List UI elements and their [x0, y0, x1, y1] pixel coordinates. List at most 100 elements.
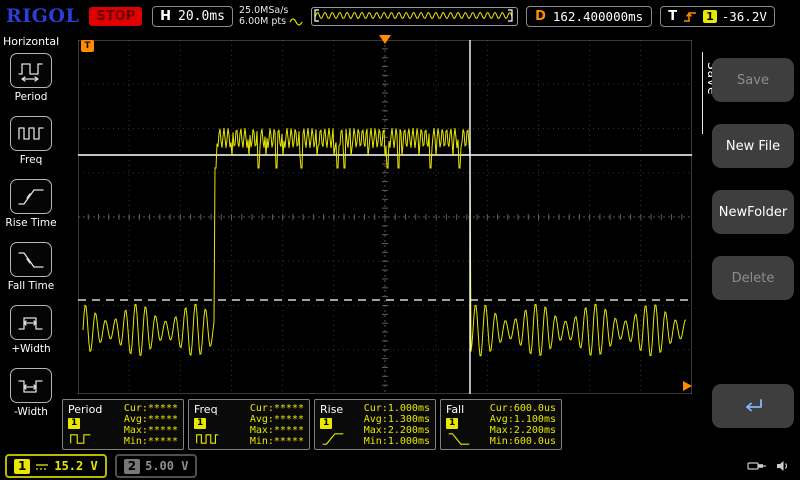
left-menu: Horizontal Period Freq Rise Time Fall Ti… — [0, 32, 62, 452]
rise-meas-icon — [320, 431, 346, 446]
menu-item-label: Period — [15, 91, 48, 103]
measurement-name: Freq — [194, 403, 218, 416]
max-row: Max:***** — [250, 425, 304, 436]
cur-row: Cur:***** — [124, 403, 178, 414]
freq-meas-icon — [194, 431, 220, 446]
waveform-overview-icon — [312, 8, 515, 23]
channel-2-badge: 2 — [124, 459, 140, 474]
menu-tab-line — [702, 52, 703, 134]
memory-waveform-icon — [289, 17, 305, 27]
max-row: Max:2.200ms — [490, 425, 556, 436]
confirm-return-button[interactable] — [712, 384, 794, 428]
delay-label: D — [535, 9, 546, 24]
channel-2-status[interactable]: 2 5.00 V — [115, 454, 198, 478]
avg-row: Avg:1.300ms — [364, 414, 430, 425]
measurement-values: Cur:***** Avg:***** Max:***** Min:***** — [250, 403, 304, 446]
scope-display — [78, 40, 692, 394]
fall-meas-icon — [446, 431, 472, 446]
rigol-logo: RIGOL — [6, 5, 79, 27]
oscilloscope-screen: RIGOL STOP H 20.0ms 25.0MSa/s 6.00M pts … — [0, 0, 800, 480]
return-arrow-icon — [740, 397, 766, 415]
menu-item-label: Fall Time — [8, 280, 54, 292]
min-row: Min:***** — [250, 436, 304, 447]
fall-time-icon — [10, 242, 52, 277]
plus-width-icon — [10, 305, 52, 340]
avg-row: Avg:***** — [250, 414, 304, 425]
measurement-values: Cur:***** Avg:***** Max:***** Min:***** — [124, 403, 178, 446]
channel-badge: 1 — [446, 418, 458, 429]
delay-status: D 162.400000ms — [526, 6, 652, 27]
channel-1-badge: 1 — [14, 459, 30, 474]
memory-depth: 6.00M pts — [239, 16, 286, 27]
trigger-channel-badge: 1 — [703, 10, 717, 23]
measurement-name: Fall — [446, 403, 464, 416]
timebase-value: 20.0ms — [178, 9, 225, 24]
measurement-panel-freq: Freq 1 Cur:***** Avg:***** Max:***** Min… — [188, 399, 310, 450]
menu-item-label: Freq — [20, 154, 43, 166]
new-folder-button[interactable]: NewFolder — [712, 190, 794, 234]
system-icons — [747, 460, 790, 472]
measurement-name: Period — [68, 403, 102, 416]
measurement-panel-fall: Fall 1 Cur:600.0us Avg:1.100ms Max:2.200… — [440, 399, 562, 450]
waveform-position-strip — [311, 7, 518, 26]
channel-badge: 1 — [320, 418, 332, 429]
trigger-level-value: -36.2V — [722, 9, 767, 24]
delay-value: 162.400000ms — [553, 9, 643, 24]
channel-2-scale: 5.00 V — [145, 459, 188, 473]
trigger-slope-icon — [682, 10, 698, 23]
min-row: Min:***** — [124, 436, 178, 447]
menu-item-rise-time[interactable]: Rise Time — [5, 179, 56, 229]
scope-graticule — [78, 40, 692, 394]
usb-icon — [747, 460, 767, 472]
trigger-clamp-marker: T — [81, 40, 94, 52]
channel-1-status[interactable]: 1 15.2 V — [5, 454, 107, 478]
menu-item-minus-width[interactable]: -Width — [10, 368, 52, 418]
cur-row: Cur:***** — [250, 403, 304, 414]
top-bar: RIGOL STOP H 20.0ms 25.0MSa/s 6.00M pts … — [0, 0, 800, 32]
dc-coupling-icon — [35, 462, 49, 471]
rise-time-icon — [10, 179, 52, 214]
menu-item-period[interactable]: Period — [10, 53, 52, 103]
max-row: Max:***** — [124, 425, 178, 436]
right-menu: Save Save New File NewFolder Delete — [692, 32, 800, 452]
min-row: Min:600.0us — [490, 436, 556, 447]
measurement-panel-period: Period 1 Cur:***** Avg:***** Max:***** M… — [62, 399, 184, 450]
menu-title: Horizontal — [0, 32, 59, 53]
freq-icon — [10, 116, 52, 151]
menu-item-fall-time[interactable]: Fall Time — [8, 242, 54, 292]
menu-item-label: +Width — [11, 343, 50, 355]
softkey-buttons: Save New File NewFolder Delete — [712, 32, 794, 428]
channel-badge: 1 — [68, 418, 80, 429]
menu-item-freq[interactable]: Freq — [10, 116, 52, 166]
measurement-values: Cur:600.0us Avg:1.100ms Max:2.200ms Min:… — [490, 403, 556, 446]
horizontal-status: H 20.0ms — [152, 6, 233, 27]
horizontal-label: H — [160, 9, 171, 24]
channel-status-bar: 1 15.2 V 2 5.00 V — [0, 452, 800, 480]
acquisition-status: 25.0MSa/s 6.00M pts — [239, 5, 305, 27]
save-button[interactable]: Save — [712, 58, 794, 102]
cur-row: Cur:1.000ms — [364, 403, 430, 414]
menu-item-label: -Width — [14, 406, 48, 418]
run-state-badge: STOP — [89, 7, 142, 26]
measurement-row: Period 1 Cur:***** Avg:***** Max:***** M… — [62, 399, 562, 450]
period-meas-icon — [68, 431, 94, 446]
trigger-position-marker[interactable] — [379, 35, 391, 44]
max-row: Max:2.200ms — [364, 425, 430, 436]
measurement-panel-rise: Rise 1 Cur:1.000ms Avg:1.300ms Max:2.200… — [314, 399, 436, 450]
trigger-label: T — [668, 9, 677, 24]
period-icon — [10, 53, 52, 88]
horizontal-edge-marker — [683, 381, 692, 391]
new-file-button[interactable]: New File — [712, 124, 794, 168]
minus-width-icon — [10, 368, 52, 403]
avg-row: Avg:1.100ms — [490, 414, 556, 425]
menu-item-label: Rise Time — [5, 217, 56, 229]
speaker-icon — [776, 460, 790, 472]
delete-button[interactable]: Delete — [712, 256, 794, 300]
min-row: Min:1.000ms — [364, 436, 430, 447]
channel-badge: 1 — [194, 418, 206, 429]
avg-row: Avg:***** — [124, 414, 178, 425]
sample-rate: 25.0MSa/s — [239, 5, 305, 16]
menu-item-plus-width[interactable]: +Width — [10, 305, 52, 355]
trigger-status: T 1 -36.2V — [660, 6, 775, 27]
cur-row: Cur:600.0us — [490, 403, 556, 414]
